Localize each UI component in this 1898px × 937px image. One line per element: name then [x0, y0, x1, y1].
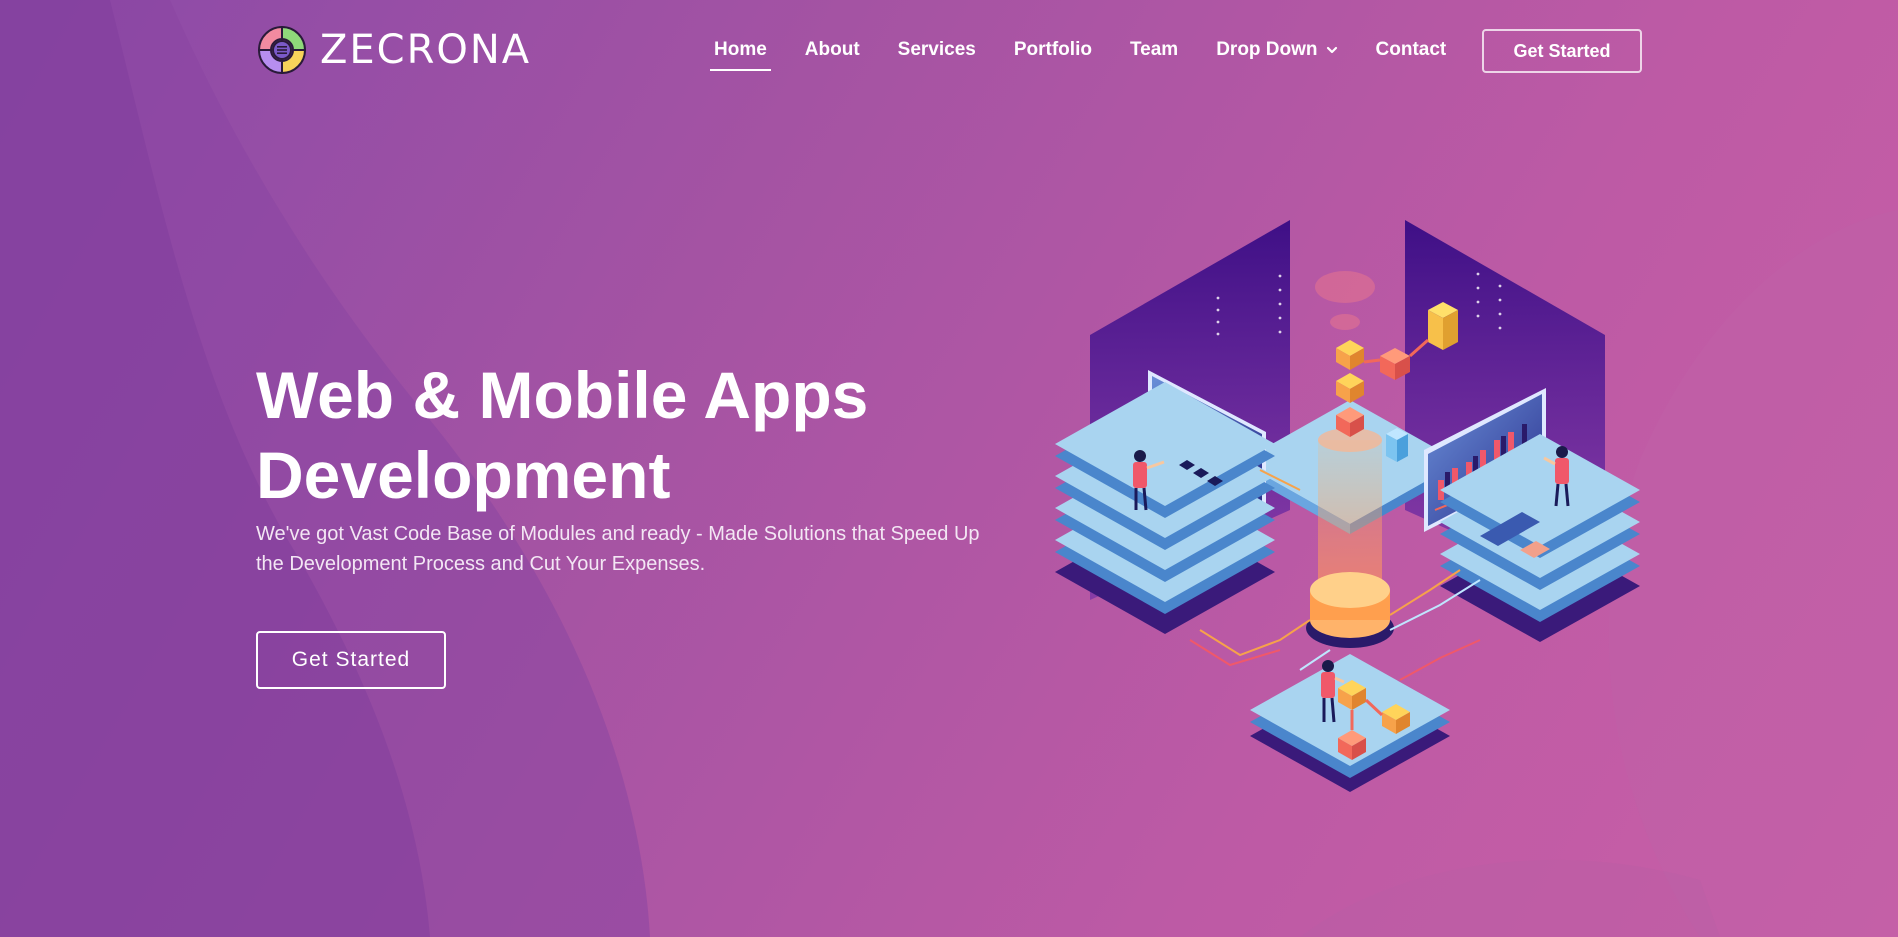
header-get-started-button[interactable]: Get Started: [1482, 29, 1642, 73]
nav-services[interactable]: Services: [898, 39, 976, 61]
nav-drop-down[interactable]: Drop Down: [1216, 39, 1337, 61]
landing-page: ZECRONA Home About Services Portfolio Te…: [0, 0, 1898, 937]
brand-name: ZECRONA: [320, 27, 532, 73]
nav-home[interactable]: Home: [710, 39, 771, 71]
hero-section: Web & Mobile Apps Development We've got …: [256, 355, 1016, 579]
site-header: ZECRONA Home About Services Portfolio Te…: [256, 22, 1644, 82]
data-beam: [1306, 271, 1394, 648]
nav-portfolio[interactable]: Portfolio: [1014, 39, 1092, 61]
brand-logo[interactable]: ZECRONA: [256, 24, 531, 76]
front-platform: [1250, 654, 1450, 792]
hero-get-started-button[interactable]: Get Started: [256, 631, 446, 689]
isometric-data-platform-illustration: [1055, 220, 1640, 792]
hero-subtitle: We've got Vast Code Base of Modules and …: [256, 523, 980, 575]
chevron-down-icon: [1326, 46, 1337, 54]
hero-title: Web & Mobile Apps Development: [256, 355, 1016, 515]
nav-about[interactable]: About: [805, 39, 860, 61]
main-nav: Home About Services Portfolio Team Drop …: [710, 22, 1484, 78]
nav-drop-down-label: Drop Down: [1216, 39, 1318, 60]
nav-contact[interactable]: Contact: [1376, 39, 1447, 61]
hero-title-line-1: Web & Mobile Apps: [256, 358, 869, 432]
hero-title-line-2: Development: [256, 438, 671, 512]
nav-team[interactable]: Team: [1130, 39, 1178, 61]
circular-segments-logo-icon: [257, 25, 307, 75]
